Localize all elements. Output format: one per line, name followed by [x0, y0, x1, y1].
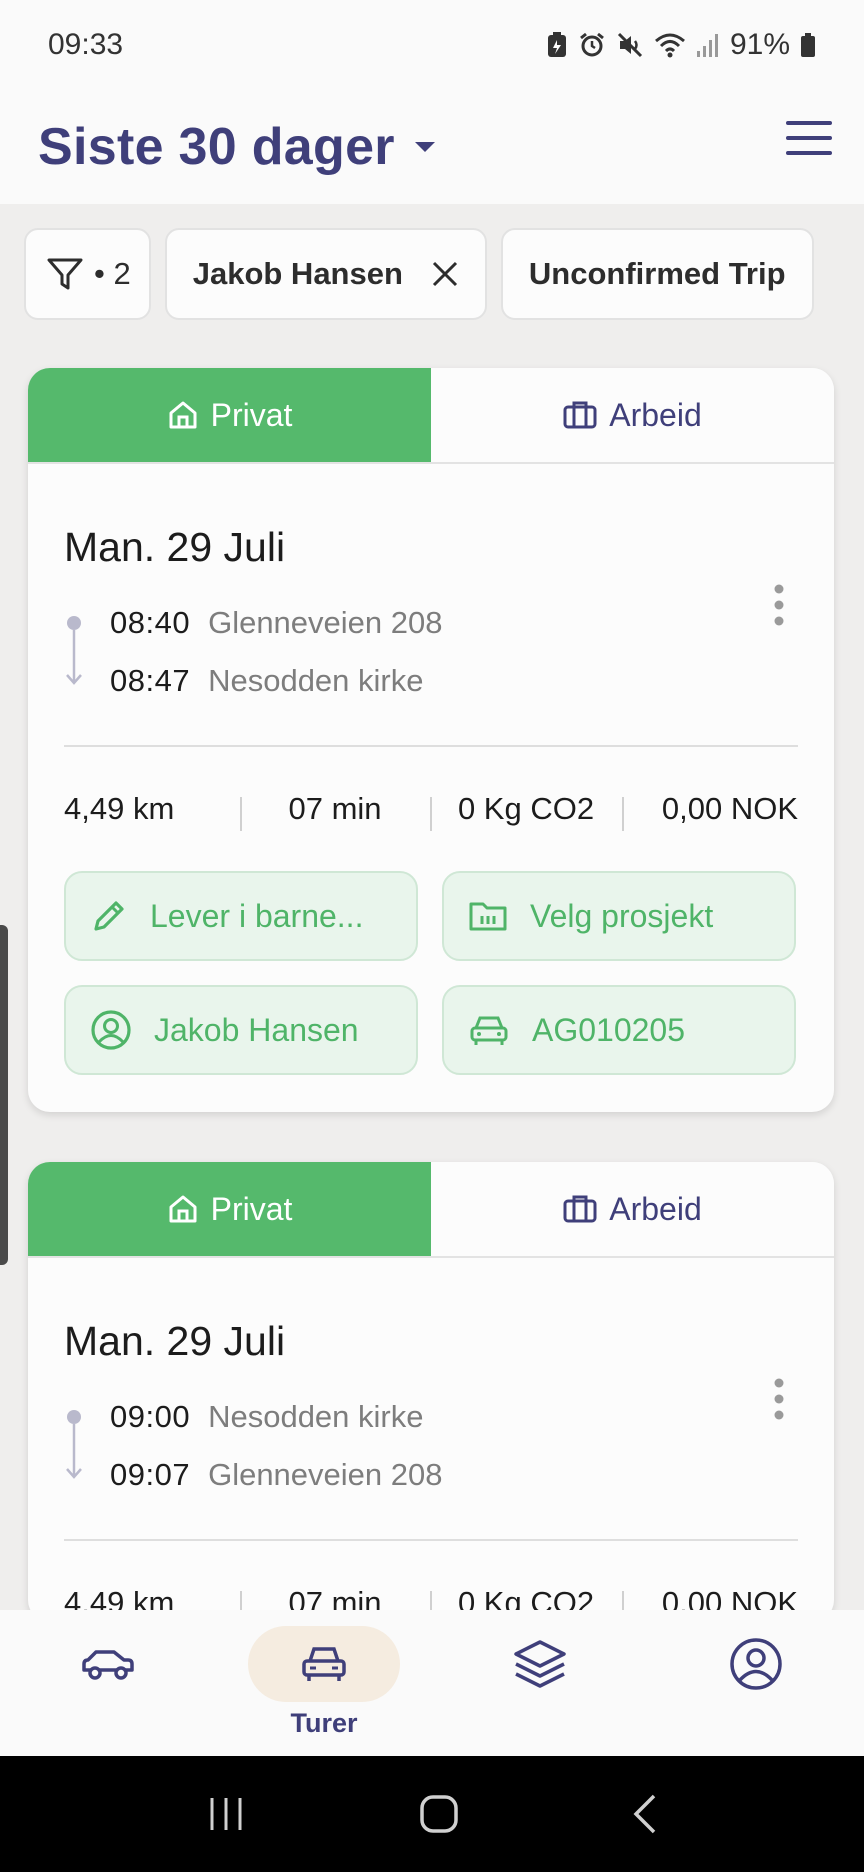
trip-date: Man. 29 Juli [64, 524, 286, 570]
nav-label-trips: Turer [290, 1708, 358, 1738]
briefcase-icon [563, 401, 597, 429]
chip-label: Unconfirmed Trip [528, 256, 786, 291]
select-project-button[interactable]: Velg prosjekt [442, 871, 796, 961]
note-label: Lever i barne... [150, 897, 364, 934]
nav-pill [464, 1626, 616, 1702]
status-icons: 91% [546, 28, 816, 62]
layers-icon [514, 1640, 566, 1688]
alarm-icon [580, 32, 604, 57]
mute-icon [617, 32, 643, 58]
driver-label: Jakob Hansen [154, 1011, 359, 1048]
car-front-icon [302, 1647, 346, 1681]
car-front-icon [470, 1016, 508, 1045]
end-time: 08:47 [110, 663, 191, 698]
vehicle-label: AG010205 [532, 1011, 686, 1048]
trip-start: 09:00 Nesodden kirke [110, 1399, 423, 1435]
status-time: 09:33 [48, 28, 124, 61]
project-label: Velg prosjekt [530, 897, 714, 934]
recent-apps-icon[interactable] [206, 1796, 246, 1832]
route-line-icon [66, 1410, 82, 1479]
home-icon [169, 401, 197, 429]
tab-work[interactable]: Arbeid [431, 368, 834, 462]
briefcase-icon [563, 1195, 597, 1223]
nav-item-layers[interactable] [465, 1626, 615, 1702]
stat-cost: 0,00 NOK [622, 791, 798, 831]
car-icon [82, 1650, 134, 1680]
trip-date: Man. 29 Juli [64, 1318, 286, 1364]
start-time: 08:40 [110, 605, 191, 640]
home-button-icon[interactable] [419, 1794, 459, 1834]
trip-card: Privat Arbeid Man. 29 Juli 08:40 Glenneve… [28, 368, 834, 1112]
trip-type-toggle: Privat Arbeid [28, 368, 834, 464]
trip-type-toggle: Privat Arbeid [28, 1162, 834, 1258]
tab-work-label: Arbeid [609, 396, 702, 433]
note-button[interactable]: Lever i barne... [64, 871, 418, 961]
trip-route: 09:00 Nesodden kirke 09:07 Glenneveien 208 [64, 1399, 798, 1511]
close-icon[interactable] [431, 260, 459, 288]
battery-icon [801, 33, 815, 57]
folder-icon [469, 902, 507, 931]
filter-chip-status[interactable]: Unconfirmed Trip [500, 228, 814, 320]
tab-private-label: Privat [210, 1190, 293, 1227]
wifi-icon [654, 33, 685, 58]
signal-icon [696, 34, 718, 57]
nav-item-trips[interactable]: Turer [248, 1626, 400, 1739]
user-circle-icon [91, 1010, 131, 1050]
nav-item-vehicles[interactable] [33, 1626, 183, 1702]
filter-button[interactable]: • 2 [24, 228, 151, 320]
route-line-icon [66, 616, 82, 685]
nav-item-profile[interactable] [681, 1626, 831, 1702]
nav-pill [32, 1626, 184, 1702]
trip-end: 08:47 Nesodden kirke [110, 663, 423, 699]
tab-work-label: Arbeid [609, 1190, 702, 1227]
trip-actions: Lever i barne... Velg prosjekt Jakob Han… [64, 871, 798, 1075]
chip-label: Jakob Hansen [192, 256, 403, 291]
battery-percent: 91% [729, 28, 790, 61]
profile-icon [730, 1638, 782, 1690]
back-icon[interactable] [632, 1794, 658, 1834]
stat-co2: 0 Kg CO2 [430, 791, 622, 831]
caret-down-icon[interactable] [413, 140, 437, 154]
nav-pill [248, 1626, 400, 1702]
stat-duration: 07 min [240, 791, 430, 831]
start-address: Glenneveien 208 [208, 605, 443, 640]
battery-saver-icon [547, 32, 566, 57]
system-navigation-bar [0, 1756, 864, 1872]
app-header: Siste 30 dager [0, 90, 864, 204]
driver-button[interactable]: Jakob Hansen [64, 985, 418, 1075]
tab-private[interactable]: Privat [28, 1162, 431, 1256]
tab-work[interactable]: Arbeid [431, 1162, 834, 1256]
start-time: 09:00 [110, 1399, 191, 1434]
start-address: Nesodden kirke [208, 1399, 424, 1434]
pencil-icon [94, 901, 124, 931]
filter-chip-row: • 2 Jakob Hansen Unconfirmed Trip [24, 228, 864, 320]
end-address: Glenneveien 208 [208, 1457, 443, 1492]
filter-funnel-icon [47, 258, 83, 290]
period-selector-title[interactable]: Siste 30 dager [38, 117, 395, 177]
nav-pill [680, 1626, 832, 1702]
filter-chip-driver[interactable]: Jakob Hansen [164, 228, 487, 320]
trip-start: 08:40 Glenneveien 208 [110, 605, 443, 641]
edge-panel-handle[interactable] [0, 925, 8, 1265]
hamburger-menu-icon[interactable] [786, 118, 832, 158]
vehicle-button[interactable]: AG010205 [442, 985, 796, 1075]
filter-count: • 2 [94, 256, 131, 291]
trip-stats: 4,49 km 07 min 0 Kg CO2 0,00 NOK [64, 747, 798, 871]
stat-distance: 4,49 km [64, 791, 175, 826]
bottom-nav: Turer [0, 1610, 864, 1756]
trip-route: 08:40 Glenneveien 208 08:47 Nesodden kirke [64, 605, 798, 717]
trip-end: 09:07 Glenneveien 208 [110, 1457, 443, 1493]
status-bar: 09:33 91% [0, 0, 864, 90]
home-icon [169, 1195, 197, 1223]
tab-private[interactable]: Privat [28, 368, 431, 462]
trip-card: Privat Arbeid Man. 29 Juli 09:00 Nesodden… [28, 1162, 834, 1622]
end-time: 09:07 [110, 1457, 191, 1492]
tab-private-label: Privat [210, 396, 293, 433]
end-address: Nesodden kirke [208, 663, 424, 698]
